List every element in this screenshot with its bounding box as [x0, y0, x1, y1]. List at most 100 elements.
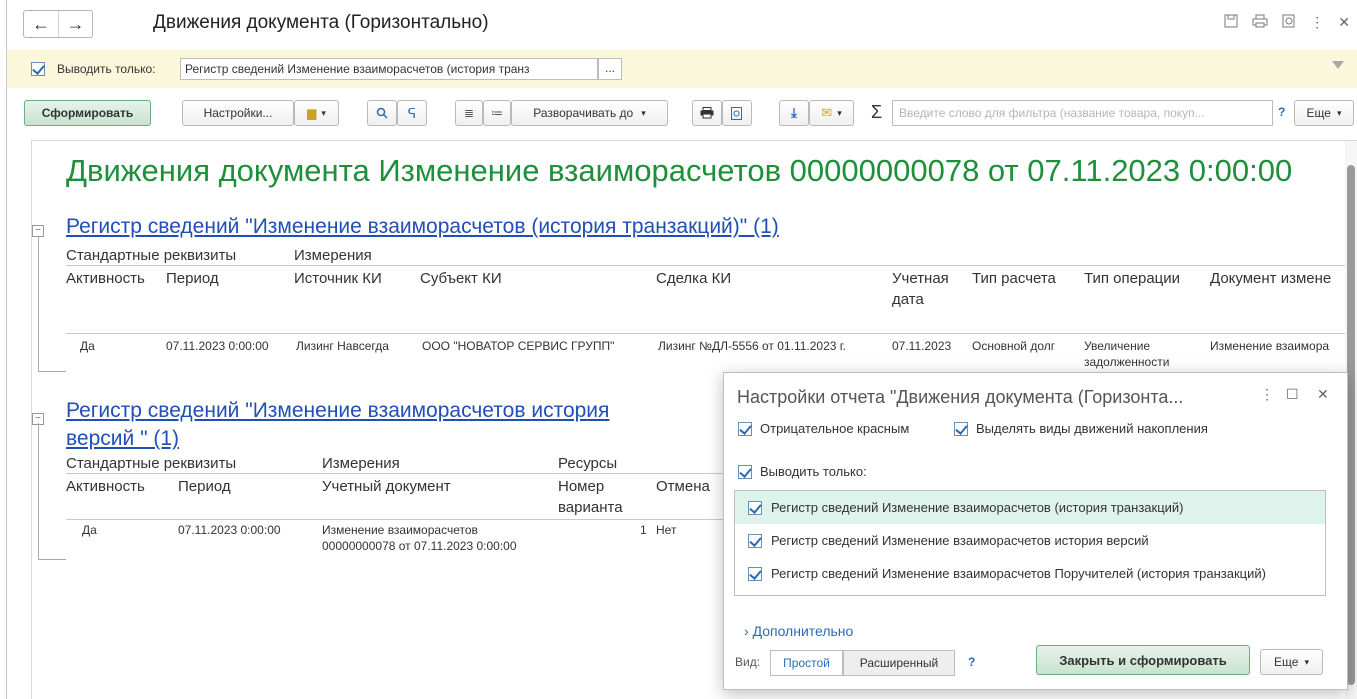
filter-checkbox[interactable] [31, 62, 45, 76]
scrollbar-thumb[interactable] [1347, 165, 1355, 685]
download-icon: ⤓ [791, 105, 797, 120]
find-button[interactable] [367, 100, 397, 126]
negative-red-option[interactable]: Отрицательное красным [738, 421, 909, 436]
print-icon[interactable] [1252, 14, 1268, 31]
column-header: Источник КИ [294, 270, 382, 287]
settings-dialog: Настройки отчета "Движения документа (Го… [723, 372, 1348, 690]
column-header: Субъект КИ [420, 270, 502, 287]
toolbar: Сформировать Настройки... ▆ ▾ ᕋ ≣ ≔ Разво… [7, 100, 1357, 128]
table-cell: задолженности [1084, 355, 1170, 369]
preview-button[interactable] [722, 100, 752, 126]
expand-to-label: Разворачивать до [533, 106, 634, 120]
group-line [38, 423, 39, 559]
filter-search-input[interactable]: Введите слово для фильтра (название това… [892, 100, 1273, 126]
column-header: Учетная [892, 270, 949, 287]
help-icon[interactable]: ? [968, 655, 975, 669]
chevron-down-icon: ▾ [1304, 656, 1309, 667]
funnel-icon[interactable] [1332, 61, 1344, 69]
group-header: Измерения [322, 455, 400, 472]
column-header: варианта [558, 499, 623, 516]
search-icon [376, 107, 388, 119]
settings-button[interactable]: Настройки... [182, 100, 294, 126]
chevron-down-icon: ▾ [837, 107, 842, 118]
option-label: Выделять виды движений накопления [976, 421, 1208, 436]
table-cell: Да [80, 339, 95, 353]
group-line [38, 237, 39, 371]
report-title: Движения документа Изменение взаиморасче… [66, 153, 1293, 188]
list-item-label: Регистр сведений Изменение взаиморасчето… [771, 533, 1149, 548]
generate-button[interactable]: Сформировать [24, 100, 151, 126]
checkbox[interactable] [738, 421, 752, 436]
dialog-more-icon[interactable]: ⋮ [1260, 386, 1274, 403]
more-icon[interactable]: ⋮ [1310, 14, 1324, 31]
back-button[interactable]: ← [24, 11, 58, 37]
filter-label: Выводить только: [57, 62, 156, 76]
view-extended-button[interactable]: Расширенный [843, 650, 955, 676]
table-cell: Увеличение [1084, 339, 1151, 353]
help-icon[interactable]: ? [1278, 105, 1285, 119]
filter-select-button[interactable]: ... [598, 58, 622, 80]
close-icon[interactable]: ✕ [1338, 14, 1350, 31]
list-item-label: Регистр сведений Изменение взаиморасчето… [771, 566, 1266, 581]
register2-link[interactable]: Регистр сведений "Изменение взаиморасчет… [66, 399, 609, 423]
divider [66, 265, 1356, 266]
sum-icon[interactable]: Σ [871, 102, 882, 123]
forward-button[interactable]: → [58, 11, 92, 37]
print-button[interactable] [692, 100, 722, 126]
send-button[interactable]: ✉ ▾ [809, 100, 854, 126]
collapse-group-toggle[interactable]: − [32, 225, 44, 237]
table-cell: Основной долг [972, 339, 1056, 353]
expand-groups-button[interactable]: ≔ [483, 100, 511, 126]
list-item[interactable]: Регистр сведений Изменение взаиморасчето… [735, 557, 1325, 590]
find-next-button[interactable]: ᕋ [397, 100, 427, 126]
more-button[interactable]: Еще ▾ [1294, 100, 1354, 126]
register1-link[interactable]: Регистр сведений "Изменение взаиморасчет… [66, 215, 779, 239]
table-cell: 1 [640, 523, 647, 537]
print-icon [700, 107, 714, 119]
checkbox[interactable] [748, 533, 762, 548]
dialog-more-button[interactable]: Еще ▾ [1260, 649, 1323, 675]
option-label: Отрицательное красным [760, 421, 910, 436]
title-bar: ← → Движения документа (Горизонтально) ⋮… [7, 0, 1357, 48]
expand-to-button[interactable]: Разворачивать до ▾ [511, 100, 668, 126]
preview-icon[interactable] [1282, 14, 1296, 31]
maximize-icon[interactable]: ☐ [1286, 386, 1299, 403]
checkbox[interactable] [748, 500, 762, 515]
collapse-groups-button[interactable]: ≣ [455, 100, 483, 126]
list-item[interactable]: Регистр сведений Изменение взаиморасчето… [735, 491, 1325, 524]
filter-value-field[interactable]: Регистр сведений Изменение взаиморасчето… [180, 58, 598, 80]
column-header: Номер [558, 478, 605, 495]
group-header: Измерения [294, 247, 372, 264]
advanced-link[interactable]: › Дополнительно [744, 623, 853, 639]
save-button[interactable]: ⤓ [779, 100, 809, 126]
table-cell: 00000000078 от 07.11.2023 0:00:00 [322, 539, 517, 553]
close-and-generate-button[interactable]: Закрыть и сформировать [1036, 645, 1250, 675]
report-window: ← → Движения документа (Горизонтально) ⋮… [6, 0, 1357, 699]
view-simple-button[interactable]: Простой [770, 650, 843, 676]
folder-icon: ▆ [307, 106, 317, 120]
save-icon[interactable] [1224, 14, 1238, 31]
option-label: Выводить только: [760, 464, 867, 479]
output-only-option[interactable]: Выводить только: [738, 464, 867, 479]
checkbox[interactable] [748, 566, 762, 581]
variants-button[interactable]: ▆ ▾ [294, 100, 339, 126]
group-header: Стандартные реквизиты [66, 247, 237, 264]
mail-icon: ✉ [821, 105, 833, 120]
expand-icon: ≔ [491, 106, 503, 120]
list-item[interactable]: Регистр сведений Изменение взаиморасчето… [735, 524, 1325, 557]
register2-link-cont[interactable]: версий " (1) [66, 427, 179, 451]
chevron-down-icon: ▾ [1336, 107, 1342, 118]
register-list: Регистр сведений Изменение взаиморасчето… [734, 490, 1326, 596]
column-header: Период [166, 270, 219, 287]
table-cell: Изменение взаимора [1210, 339, 1330, 353]
window-title: Движения документа (Горизонтально) [153, 12, 489, 33]
highlight-movements-option[interactable]: Выделять виды движений накопления [954, 421, 1208, 436]
checkbox[interactable] [954, 421, 968, 436]
table-cell: Изменение взаиморасчетов [322, 523, 478, 537]
group-line [38, 559, 66, 560]
group-header: Стандартные реквизиты [66, 455, 237, 472]
checkbox[interactable] [738, 464, 752, 479]
close-icon[interactable]: ✕ [1317, 386, 1329, 403]
column-header: Документ измене [1210, 270, 1332, 287]
view-label: Вид: [735, 655, 761, 669]
